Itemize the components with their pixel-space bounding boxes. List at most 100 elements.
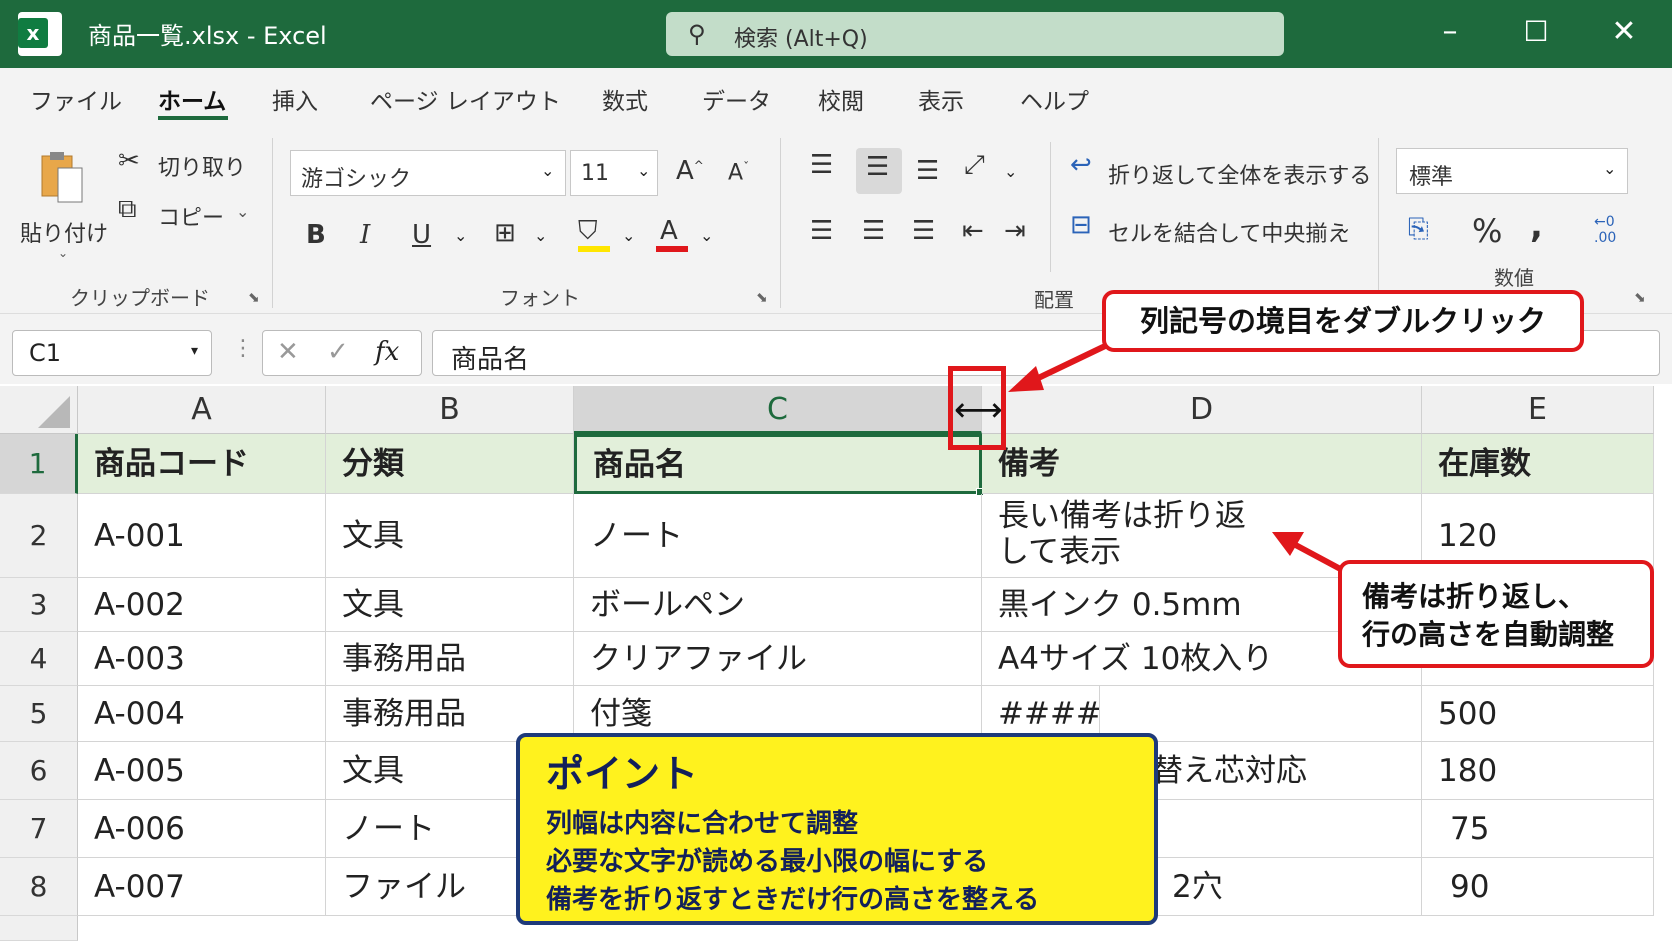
merge-dropdown-icon[interactable]: ⌄ xyxy=(1338,218,1351,237)
fill-dropdown-icon[interactable]: ⌄ xyxy=(622,226,635,245)
insert-function-button[interactable]: fx xyxy=(375,337,399,367)
row-header-3[interactable]: 3 xyxy=(0,578,78,632)
tab-page-layout[interactable]: ページ レイアウト xyxy=(370,82,561,116)
tab-view[interactable]: 表示 xyxy=(918,82,964,116)
scissors-icon[interactable]: ✂ xyxy=(118,146,140,176)
cell-b4[interactable]: 事務用品 xyxy=(326,632,574,686)
enter-icon[interactable]: ✓ xyxy=(327,337,349,367)
cell-c3[interactable]: ボールペン xyxy=(574,578,982,632)
copy-icon[interactable]: ⧉ xyxy=(118,194,137,225)
tab-file[interactable]: ファイル xyxy=(30,82,122,116)
row-header-7[interactable]: 7 xyxy=(0,800,78,858)
font-size-box[interactable]: 11 ⌄ xyxy=(570,150,658,196)
cell-e6[interactable]: 180 xyxy=(1422,742,1654,800)
font-name-box[interactable]: 游ゴシック ⌄ xyxy=(290,150,566,196)
merge-center-button[interactable]: セルを結合して中央揃え xyxy=(1108,216,1349,248)
cell-a7[interactable]: A-006 xyxy=(78,800,326,858)
cell-e5[interactable]: 500 xyxy=(1422,686,1654,742)
underline-button[interactable]: U xyxy=(412,220,431,250)
font-color-dropdown-icon[interactable]: ⌄ xyxy=(700,226,713,245)
cell-c2[interactable]: ノート xyxy=(574,494,982,578)
align-center-icon[interactable]: ☰ xyxy=(862,216,885,246)
percent-style-button[interactable]: % xyxy=(1472,212,1502,250)
clipboard-launcher-icon[interactable]: ⬊ xyxy=(248,290,260,306)
cell-a2[interactable]: A-001 xyxy=(78,494,326,578)
tab-help[interactable]: ヘルプ xyxy=(1020,82,1089,116)
orientation-dropdown-icon[interactable]: ⌄ xyxy=(1004,162,1017,181)
minimize-button[interactable]: – xyxy=(1430,14,1470,50)
wrap-text-icon[interactable]: ↩ xyxy=(1070,150,1092,180)
row-header-1[interactable]: 1 xyxy=(0,434,78,494)
paste-button[interactable]: 貼り付け xyxy=(20,216,108,248)
cell-a1[interactable]: 商品コード xyxy=(78,434,326,494)
column-header-c[interactable]: C xyxy=(574,386,982,434)
cell-d1[interactable]: 備考 xyxy=(982,434,1422,494)
maximize-button[interactable]: ☐ xyxy=(1516,14,1556,50)
row-header-9[interactable] xyxy=(0,916,78,941)
paste-icon[interactable] xyxy=(38,150,83,203)
paste-dropdown-icon[interactable]: ⌄ xyxy=(58,246,68,260)
search-box[interactable]: ⚲ 検索 (Alt+Q) xyxy=(666,12,1284,56)
resize-cursor-icon[interactable]: ⟷ xyxy=(954,390,1003,430)
orientation-icon[interactable]: ⤢ xyxy=(964,150,985,181)
tab-review[interactable]: 校閲 xyxy=(818,82,864,116)
cell-a3[interactable]: A-002 xyxy=(78,578,326,632)
font-launcher-icon[interactable]: ⬊ xyxy=(756,290,768,306)
cell-b1[interactable]: 分類 xyxy=(326,434,574,494)
borders-dropdown-icon[interactable]: ⌄ xyxy=(534,226,547,245)
number-launcher-icon[interactable]: ⬊ xyxy=(1634,290,1646,306)
increase-font-icon[interactable]: A^ xyxy=(676,156,704,186)
number-format-box[interactable]: 標準 ⌄ xyxy=(1396,148,1628,194)
tab-formulas[interactable]: 数式 xyxy=(602,82,648,116)
name-box[interactable]: C1 ▾ xyxy=(12,330,212,376)
fill-color-icon[interactable]: ⛉ xyxy=(578,216,598,247)
row-header-8[interactable]: 8 xyxy=(0,858,78,916)
cell-a8[interactable]: A-007 xyxy=(78,858,326,916)
comma-style-button[interactable]: , xyxy=(1530,206,1543,246)
cell-e8[interactable]: 90 xyxy=(1422,858,1654,916)
align-bottom-icon[interactable]: ☰ xyxy=(916,156,939,186)
font-color-icon[interactable]: A xyxy=(660,216,678,246)
tab-insert[interactable]: 挿入 xyxy=(272,82,318,116)
column-header-a[interactable]: A xyxy=(78,386,326,434)
italic-button[interactable]: I xyxy=(360,220,370,250)
more-options-icon[interactable]: ⋮ xyxy=(232,336,254,361)
tab-data[interactable]: データ xyxy=(702,82,771,116)
bold-button[interactable]: B xyxy=(306,220,326,250)
column-header-e[interactable]: E xyxy=(1422,386,1654,434)
close-button[interactable]: ✕ xyxy=(1604,14,1644,50)
align-top-icon[interactable]: ☰ xyxy=(810,150,833,180)
column-header-b[interactable]: B xyxy=(326,386,574,434)
merge-center-icon[interactable]: ⊟ xyxy=(1070,210,1092,240)
wrap-text-button[interactable]: 折り返して全体を表示する xyxy=(1108,158,1371,190)
cell-c1[interactable]: 商品名 xyxy=(574,434,982,494)
increase-indent-icon[interactable]: ⇥ xyxy=(1004,216,1026,246)
tab-home[interactable]: ホーム xyxy=(158,82,226,116)
align-left-icon[interactable]: ☰ xyxy=(810,216,833,246)
align-right-icon[interactable]: ☰ xyxy=(912,216,935,246)
accounting-format-icon[interactable]: ⎘ xyxy=(1408,214,1429,245)
cell-b3[interactable]: 文具 xyxy=(326,578,574,632)
decrease-indent-icon[interactable]: ⇤ xyxy=(962,216,984,246)
row-header-4[interactable]: 4 xyxy=(0,632,78,686)
select-all-button[interactable] xyxy=(0,386,78,434)
cell-c4[interactable]: クリアファイル xyxy=(574,632,982,686)
row-header-6[interactable]: 6 xyxy=(0,742,78,800)
align-middle-button[interactable]: ☰ xyxy=(856,148,902,194)
cell-a5[interactable]: A-004 xyxy=(78,686,326,742)
row-header-2[interactable]: 2 xyxy=(0,494,78,578)
cell-a6[interactable]: A-005 xyxy=(78,742,326,800)
cell-e1[interactable]: 在庫数 xyxy=(1422,434,1654,494)
row-header-5[interactable]: 5 xyxy=(0,686,78,742)
cell-b2[interactable]: 文具 xyxy=(326,494,574,578)
decimal-adjust-icon[interactable]: ←0.00 xyxy=(1594,214,1616,246)
underline-dropdown-icon[interactable]: ⌄ xyxy=(454,226,467,245)
copy-button[interactable]: コピー xyxy=(158,200,224,232)
cell-e7[interactable]: 75 xyxy=(1422,800,1654,858)
cut-button[interactable]: 切り取り xyxy=(158,150,246,182)
cancel-icon[interactable]: ✕ xyxy=(277,337,299,367)
borders-icon[interactable]: ⊞ xyxy=(494,218,516,248)
cell-a4[interactable]: A-003 xyxy=(78,632,326,686)
decrease-font-icon[interactable]: Aˇ xyxy=(728,160,749,185)
copy-dropdown-icon[interactable]: ⌄ xyxy=(236,202,249,221)
